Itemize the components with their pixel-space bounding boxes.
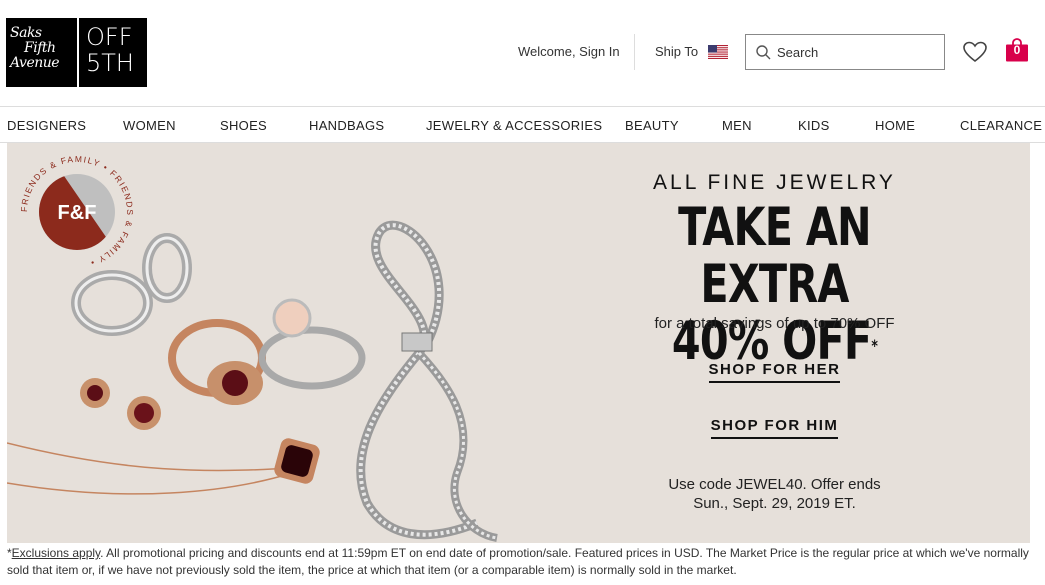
disclaimer-text: . All promotional pricing and discounts … xyxy=(7,546,1029,577)
wishlist-heart-icon[interactable] xyxy=(963,41,987,63)
nav-item-beauty[interactable]: BEAUTY xyxy=(625,118,679,133)
nav-item-men[interactable]: MEN xyxy=(722,118,752,133)
hoop-earrings-illustration xyxy=(71,233,192,336)
jewelry-photo: FRIENDS & FAMILY • FRIENDS & FAMILY • F&… xyxy=(7,153,498,542)
ship-to-selector[interactable]: Ship To xyxy=(655,44,729,59)
promo-asterisk: * xyxy=(871,336,878,355)
search-box[interactable] xyxy=(745,34,945,70)
us-flag-icon xyxy=(708,44,729,59)
promo-code-line2: Sun., Sept. 29, 2019 ET. xyxy=(693,495,856,512)
pendant-necklace-illustration xyxy=(7,438,320,495)
promo-eyebrow: ALL FINE JEWELRY xyxy=(653,171,896,194)
tennis-bracelet-illustration xyxy=(356,220,498,542)
header-divider xyxy=(634,34,635,70)
exclusions-link[interactable]: Exclusions apply xyxy=(12,546,101,560)
nav-item-designers[interactable]: DESIGNERS xyxy=(7,118,86,133)
site-header: Saks Fifth Avenue OFF 5TH Welcome, Sign … xyxy=(0,0,1045,106)
promo-headline: TAKE AN EXTRA 40% OFF* xyxy=(640,199,909,370)
badge-label: F&F xyxy=(58,202,97,224)
nav-item-women[interactable]: WOMEN xyxy=(123,118,176,133)
main-navigation: DESIGNERS WOMEN SHOES HANDBAGS JEWELRY &… xyxy=(0,106,1045,143)
promo-code-line1: Use code JEWEL40. Offer ends xyxy=(668,476,881,493)
off-5th-wordmark: OFF 5TH xyxy=(79,18,147,87)
nav-item-kids[interactable]: KIDS xyxy=(798,118,830,133)
stud-earrings-illustration xyxy=(80,378,161,430)
nav-item-handbags[interactable]: HANDBAGS xyxy=(309,118,384,133)
shop-for-him-link[interactable]: SHOP FOR HIM xyxy=(602,417,947,439)
saks-off-5th-logo[interactable]: Saks Fifth Avenue OFF 5TH xyxy=(6,18,147,87)
logo-text: Fifth xyxy=(24,40,56,56)
shop-for-her-label: SHOP FOR HER xyxy=(708,361,841,383)
promo-subtitle: for a total savings of up to 70% OFF xyxy=(654,315,895,332)
saks-fifth-avenue-wordmark: Saks Fifth Avenue xyxy=(6,18,77,87)
promo-disclaimer: *Exclusions apply. All promotional prici… xyxy=(7,545,1037,579)
ship-to-label: Ship To xyxy=(655,44,699,59)
nav-item-home[interactable]: HOME xyxy=(875,118,915,133)
shop-for-her-link[interactable]: SHOP FOR HER xyxy=(602,361,947,383)
nav-item-clearance[interactable]: CLEARANCE xyxy=(960,118,1042,133)
hero-banner[interactable]: FRIENDS & FAMILY • FRIENDS & FAMILY • F&… xyxy=(7,143,1030,543)
promo-code-details: Use code JEWEL40. Offer ends Sun., Sept.… xyxy=(602,475,947,513)
search-icon xyxy=(756,44,771,59)
logo-text: Avenue xyxy=(10,55,60,71)
promo-headline-line1: TAKE AN EXTRA xyxy=(678,197,872,315)
sign-in-link[interactable]: Welcome, Sign In xyxy=(518,44,620,59)
morganite-ring-illustration xyxy=(258,298,366,390)
search-input[interactable] xyxy=(777,44,937,60)
shop-for-him-label: SHOP FOR HIM xyxy=(710,417,839,439)
bag-count-badge: 0 xyxy=(1013,43,1021,57)
logo-text: OFF xyxy=(86,23,133,51)
logo-text: Saks xyxy=(10,25,42,41)
friends-family-badge: FRIENDS & FAMILY • FRIENDS & FAMILY • F&… xyxy=(18,153,136,271)
garnet-cocktail-ring-illustration xyxy=(168,319,266,405)
nav-item-jewelry-accessories[interactable]: JEWELRY & ACCESSORIES xyxy=(426,118,602,133)
logo-text: 5TH xyxy=(86,49,134,77)
nav-item-shoes[interactable]: SHOES xyxy=(220,118,267,133)
shopping-bag-button[interactable]: 0 xyxy=(1005,38,1029,62)
